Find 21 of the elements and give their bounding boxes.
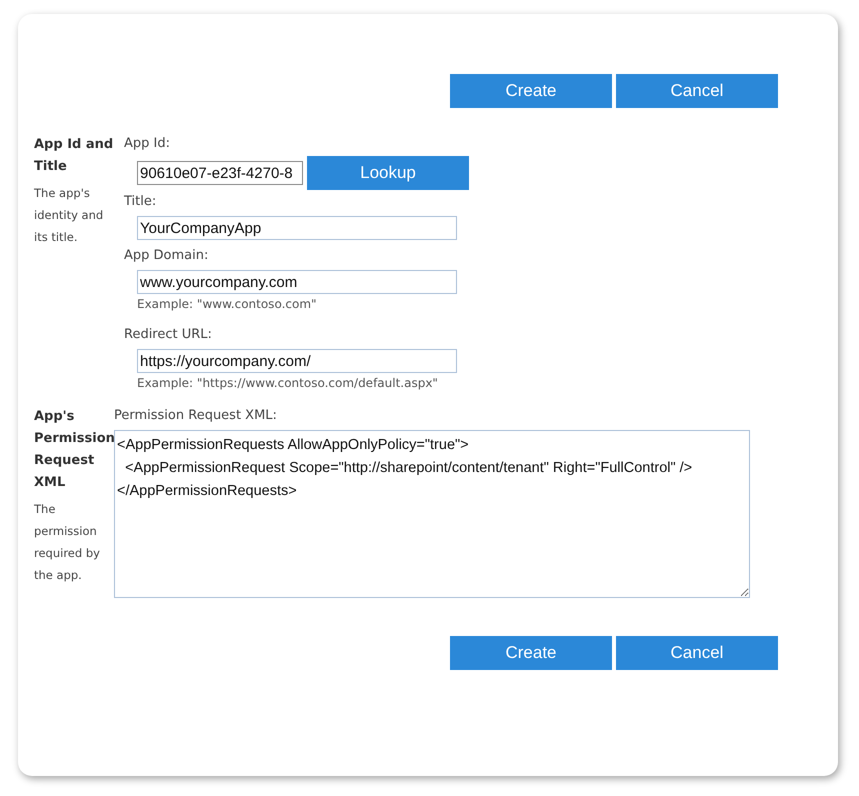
input-field[interactable]: www.yourcompany.com bbox=[137, 270, 457, 294]
xml-text-area[interactable]: <AppPermissionRequests AllowAppOnlyPolicy="true"> <AppPermissionRequest Scope="http://sharepoint/content/tenant" Right="FullControl" /> </AppPermissionRequests> bbox=[114, 430, 750, 598]
section-title: App's Permission Request XML bbox=[34, 408, 114, 492]
form-button[interactable]: Create bbox=[450, 74, 612, 108]
example-hint: Example: "www.contoso.com" bbox=[137, 296, 317, 313]
field-label: Redirect URL: bbox=[124, 326, 212, 344]
field-label: Title: bbox=[124, 193, 156, 211]
form-button[interactable]: Create bbox=[450, 636, 612, 670]
lookup-button[interactable]: Lookup bbox=[307, 156, 469, 190]
section-description: The permission required by the app. bbox=[34, 501, 101, 584]
form-button[interactable]: Cancel bbox=[616, 74, 778, 108]
app-id-field[interactable]: 90610e07-e23f-4270-8 bbox=[137, 161, 303, 185]
field-label: App Id: bbox=[124, 135, 170, 153]
field-label: App Domain: bbox=[124, 247, 208, 265]
input-field[interactable]: YourCompanyApp bbox=[137, 216, 457, 240]
input-field[interactable]: https://yourcompany.com/ bbox=[137, 349, 457, 373]
field-label: Permission Request XML: bbox=[114, 407, 278, 425]
form-button[interactable]: Cancel bbox=[616, 636, 778, 670]
section-description: The app's identity and its title. bbox=[34, 185, 104, 246]
section-title: App Id and Title bbox=[34, 136, 114, 176]
example-hint: Example: "https://www.contoso.com/default.aspx" bbox=[137, 375, 438, 392]
